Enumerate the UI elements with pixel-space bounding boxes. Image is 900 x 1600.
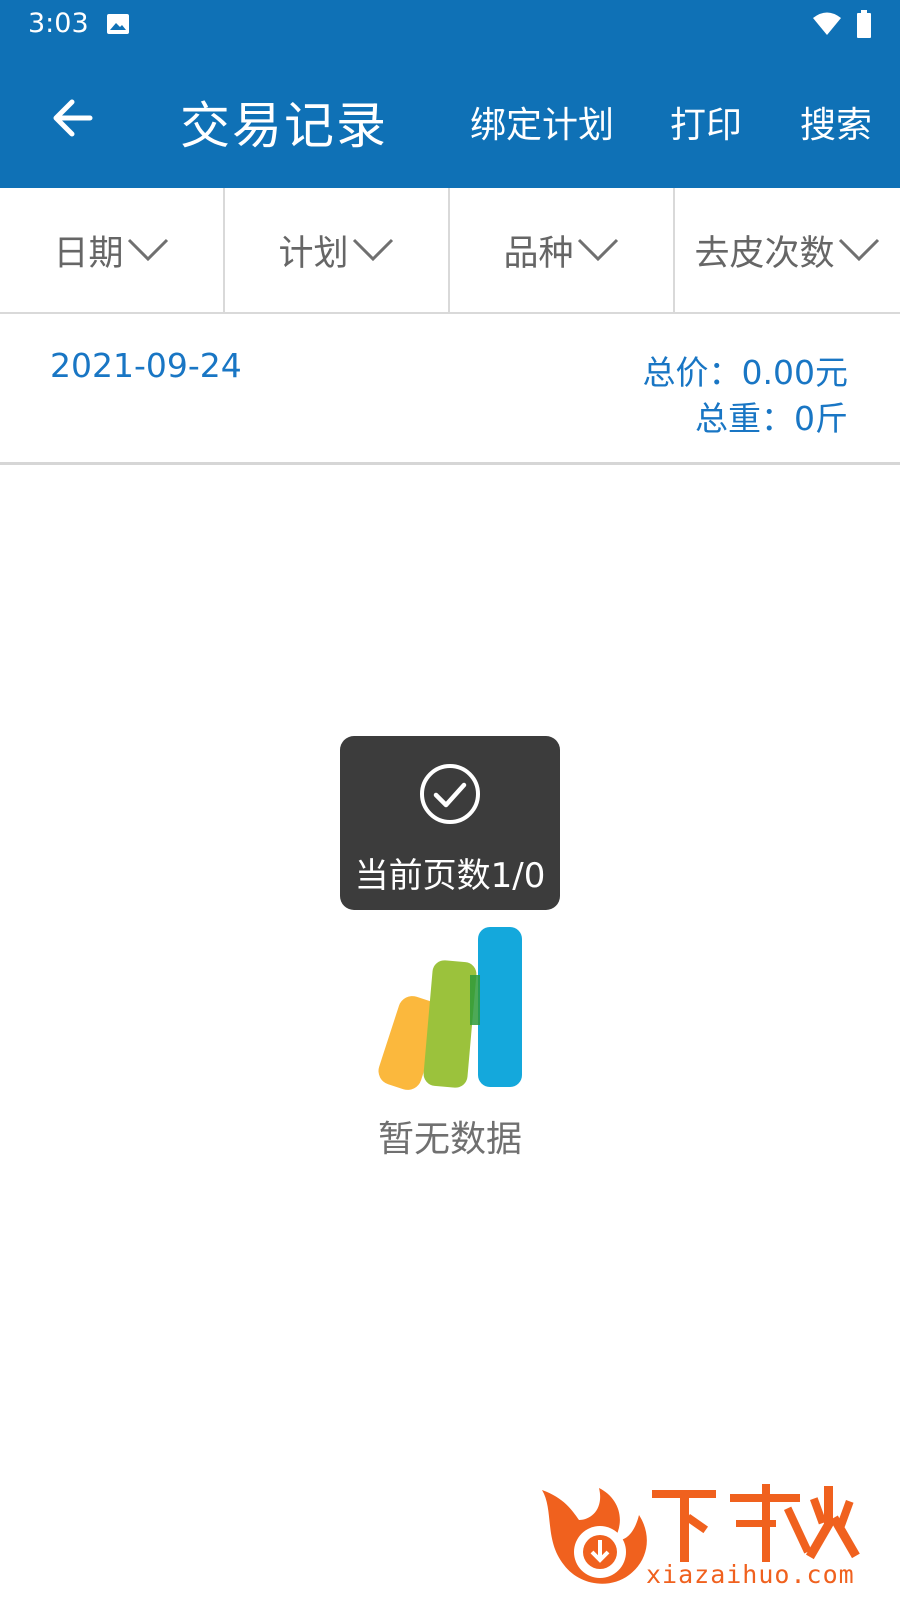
chevron-down-icon — [838, 238, 879, 262]
status-time: 3:03 — [28, 8, 89, 39]
summary-date: 2021-09-24 — [50, 346, 242, 385]
filter-date[interactable]: 日期 — [0, 188, 225, 312]
wifi-icon — [813, 12, 841, 35]
search-button[interactable]: 搜索 — [800, 96, 872, 148]
image-icon — [107, 14, 129, 34]
summary-row: 2021-09-24 总价：0.00元 总重：0斤 — [0, 314, 900, 465]
bind-plan-button[interactable]: 绑定计划 — [470, 96, 614, 148]
watermark-site: xiazaihuo.com — [646, 1560, 855, 1589]
app-bar: 交易记录 绑定计划 打印 搜索 — [0, 48, 900, 188]
chevron-down-icon — [577, 238, 618, 262]
print-button[interactable]: 打印 — [670, 96, 742, 148]
filter-tare-count[interactable]: 去皮次数 — [675, 188, 900, 312]
filter-plan[interactable]: 计划 — [225, 188, 450, 312]
chevron-down-icon — [127, 238, 168, 262]
filter-variety[interactable]: 品种 — [450, 188, 675, 312]
screen: 3:03 交易记录 绑定计划 打印 搜索 日期 计划 品种 去皮次数 2021-… — [0, 0, 900, 1600]
chevron-down-icon — [352, 238, 393, 262]
check-circle-icon — [420, 764, 480, 824]
total-weight: 总重：0斤 — [695, 399, 848, 438]
arrow-left-icon — [53, 99, 93, 137]
toast: 当前页数1/0 — [340, 736, 560, 910]
empty-state-text: 暂无数据 — [377, 1119, 522, 1160]
back-button[interactable] — [36, 82, 108, 154]
filter-label: 计划 — [278, 233, 349, 274]
status-bar: 3:03 — [0, 0, 900, 48]
filter-label: 去皮次数 — [694, 233, 835, 274]
empty-chart-illustration — [378, 927, 522, 1090]
filter-label: 日期 — [53, 233, 124, 274]
battery-icon — [857, 10, 871, 38]
toast-message: 当前页数1/0 — [354, 856, 546, 896]
filter-label: 品种 — [503, 233, 574, 274]
total-price: 总价：0.00元 — [642, 353, 848, 392]
filter-bar: 日期 计划 品种 去皮次数 — [0, 188, 900, 314]
page-title: 交易记录 — [180, 97, 388, 155]
